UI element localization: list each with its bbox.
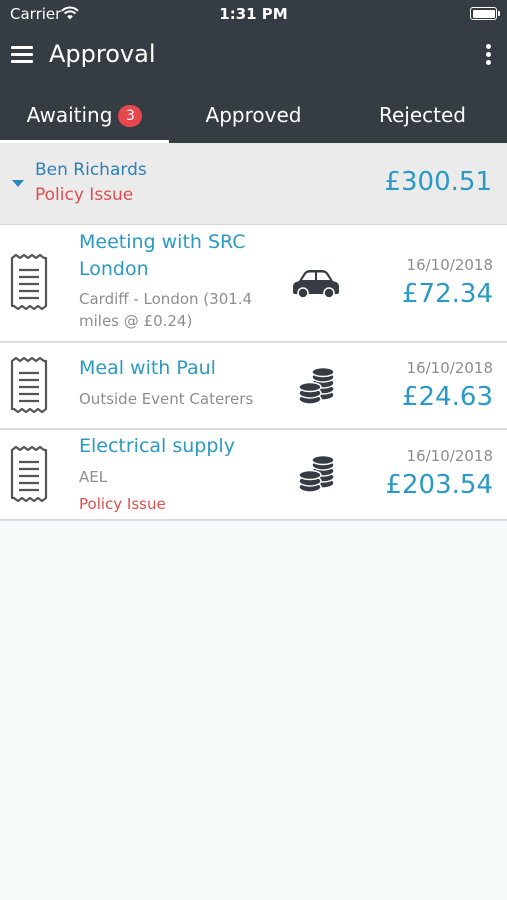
collapse-caret-icon[interactable] xyxy=(12,180,24,187)
tab-bar: Awaiting 3 Approved Rejected xyxy=(0,93,507,143)
app-header: Carrier 1:31 PM Approval Awaiting 3 Appro… xyxy=(0,0,507,143)
expense-date: 16/10/2018 xyxy=(406,256,493,274)
expense-policy-issue: Policy Issue xyxy=(79,495,166,513)
group-policy-issue: Policy Issue xyxy=(35,185,134,205)
coins-icon xyxy=(298,455,335,493)
hamburger-menu-icon[interactable] xyxy=(11,46,33,64)
employee-name: Ben Richards xyxy=(35,160,147,180)
expense-date: 16/10/2018 xyxy=(406,359,493,377)
group-total-amount: £300.51 xyxy=(384,167,492,197)
tab-awaiting-label: Awaiting xyxy=(26,103,113,127)
status-time: 1:31 PM xyxy=(219,5,288,23)
receipt-icon xyxy=(10,254,48,310)
expense-subtitle: Cardiff - London (301.4 miles @ £0.24) xyxy=(79,290,253,330)
expense-title: Meal with Paul xyxy=(79,357,216,379)
expense-item[interactable]: Electrical supply AEL Policy Issue 16/10… xyxy=(0,430,507,521)
employee-group-header[interactable]: Ben Richards Policy Issue £300.51 xyxy=(0,143,507,225)
expense-subtitle: AEL xyxy=(79,468,108,486)
tab-approved[interactable]: Approved xyxy=(169,93,338,143)
expense-item[interactable]: Meal with Paul Outside Event Caterers 16… xyxy=(0,343,507,430)
tab-approved-label: Approved xyxy=(205,103,302,127)
expense-amount: £72.34 xyxy=(402,279,493,309)
expense-amount: £24.63 xyxy=(402,382,493,412)
expense-title: Electrical supply xyxy=(79,435,235,457)
expense-amount: £203.54 xyxy=(385,470,493,500)
receipt-icon xyxy=(10,357,48,413)
page-title: Approval xyxy=(49,40,156,68)
car-icon xyxy=(293,270,339,299)
awaiting-count-badge: 3 xyxy=(118,105,143,127)
more-options-icon[interactable] xyxy=(483,44,493,66)
battery-icon xyxy=(470,7,500,20)
tab-rejected-label: Rejected xyxy=(378,103,466,127)
tab-rejected[interactable]: Rejected xyxy=(338,93,507,143)
receipt-icon xyxy=(10,446,48,502)
coins-icon xyxy=(298,367,335,405)
expense-item[interactable]: Meeting with SRC London Cardiff - London… xyxy=(0,225,507,343)
expense-subtitle: Outside Event Caterers xyxy=(79,390,254,408)
tab-awaiting[interactable]: Awaiting 3 xyxy=(0,93,169,143)
status-bar: Carrier 1:31 PM xyxy=(0,0,507,28)
expense-title: Meeting with SRC London xyxy=(79,231,246,280)
expense-date: 16/10/2018 xyxy=(406,447,493,465)
